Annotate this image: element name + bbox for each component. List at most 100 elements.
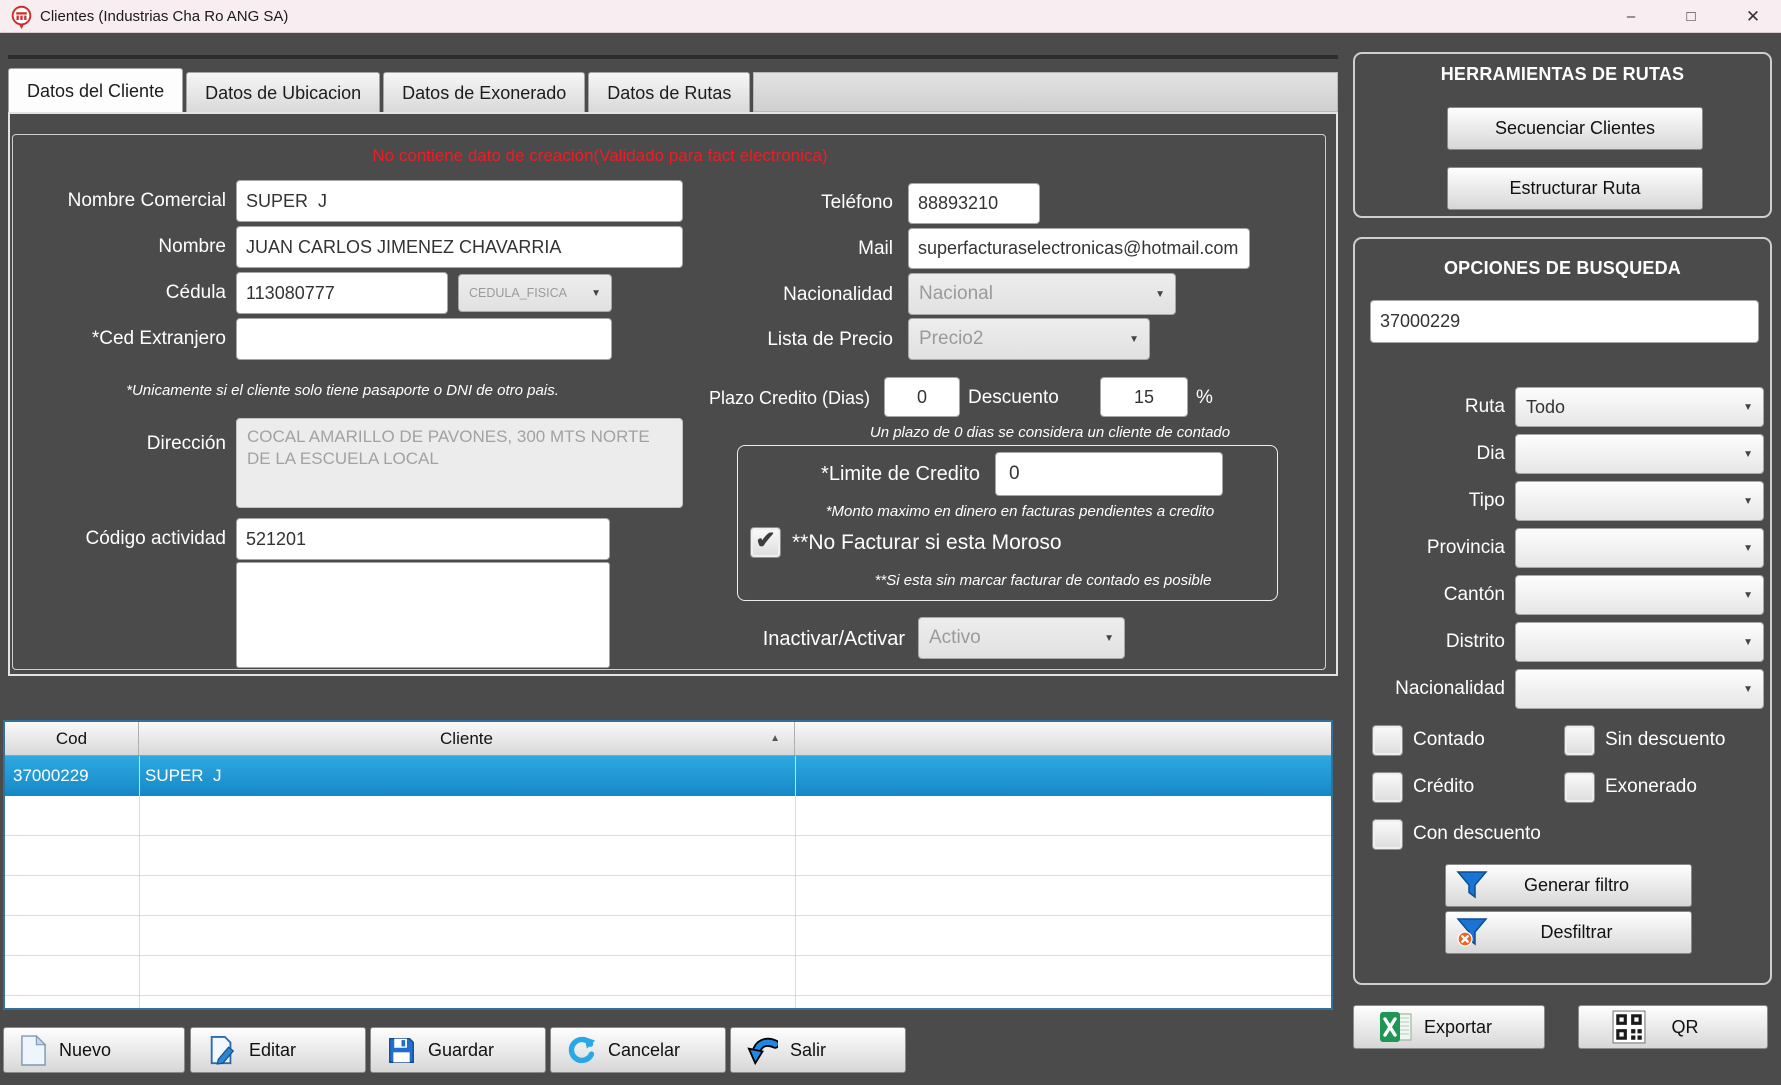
sort-asc-icon: ▲ <box>770 733 780 744</box>
exonerado-checkbox[interactable] <box>1564 772 1595 803</box>
percent-sign: % <box>1196 387 1213 408</box>
no-facturar-checkbox[interactable]: ✔ <box>750 527 781 558</box>
nacionalidad-dropdown[interactable]: Nacional ▼ <box>908 273 1176 315</box>
estructurar-ruta-button[interactable]: Estructurar Ruta <box>1447 167 1703 210</box>
canton-filter-dropdown[interactable]: ▼ <box>1515 575 1764 615</box>
estado-label: Inactivar/Activar <box>762 628 905 650</box>
no-facturar-label: **No Facturar si esta Moroso <box>792 531 1062 554</box>
window-title: Clientes (Industrias Cha Ro ANG SA) <box>40 8 289 25</box>
nombre-input[interactable]: JUAN CARLOS JIMENEZ CHAVARRIA <box>236 226 683 268</box>
credito-checkbox[interactable] <box>1372 772 1403 803</box>
save-floppy-icon <box>387 1036 416 1065</box>
cedula-label: Cédula <box>165 282 226 303</box>
secuenciar-clientes-button[interactable]: Secuenciar Clientes <box>1447 107 1703 150</box>
table-row[interactable] <box>5 956 1331 996</box>
nombre-label: Nombre <box>158 236 226 257</box>
cancelar-button[interactable]: Cancelar <box>550 1027 726 1073</box>
column-divider <box>795 756 796 1008</box>
rutas-panel: HERRAMIENTAS DE RUTAS Secuenciar Cliente… <box>1353 52 1772 218</box>
busqueda-panel-title: OPCIONES DE BUSQUEDA <box>1443 258 1682 278</box>
ruta-filter-dropdown[interactable]: Todo ▼ <box>1515 387 1764 427</box>
provincia-filter-label: Provincia <box>1426 537 1505 558</box>
exonerado-label: Exonerado <box>1605 776 1697 797</box>
mail-input[interactable]: superfacturaselectronicas@hotmail.com <box>908 228 1250 269</box>
desfiltrar-button[interactable]: Desfiltrar <box>1445 911 1692 954</box>
plazo-note: Un plazo de 0 dias se considera un clien… <box>869 424 1231 441</box>
codigo-actividad-label: Código actividad <box>85 528 226 549</box>
tab-strip: Datos del Cliente Datos de Ubicacion Dat… <box>8 68 1338 112</box>
tab-datos-de-exonerado[interactable]: Datos de Exonerado <box>383 72 586 112</box>
chevron-down-icon: ▼ <box>1743 636 1753 648</box>
qr-icon <box>1612 1010 1646 1044</box>
limite-credito-input[interactable]: 0 <box>995 452 1223 496</box>
codigo-actividad-input[interactable]: 521201 <box>236 518 610 560</box>
sin-descuento-label: Sin descuento <box>1605 729 1726 750</box>
tab-datos-de-rutas[interactable]: Datos de Rutas <box>588 72 751 112</box>
dia-filter-dropdown[interactable]: ▼ <box>1515 434 1764 474</box>
contado-checkbox[interactable] <box>1372 725 1403 756</box>
lista-precio-label: Lista de Precio <box>767 329 893 350</box>
ced-extranjero-note: *Unicamente si el cliente solo tiene pas… <box>126 382 559 399</box>
descuento-input[interactable]: 15 <box>1100 377 1188 417</box>
chevron-down-icon: ▼ <box>1129 333 1139 345</box>
title-bar: Clientes (Industrias Cha Ro ANG SA) – □ … <box>0 0 1781 33</box>
exportar-button[interactable]: Exportar <box>1353 1005 1545 1049</box>
cedula-tipo-dropdown[interactable]: CEDULA_FISICA ▼ <box>458 274 612 312</box>
ced-extranjero-input[interactable] <box>236 318 612 360</box>
tipo-filter-label: Tipo <box>1468 490 1505 511</box>
validation-warning: No contiene dato de creación(Validado pa… <box>372 146 828 165</box>
ruta-filter-label: Ruta <box>1464 396 1505 417</box>
chevron-down-icon: ▼ <box>1743 495 1753 507</box>
nombre-comercial-input[interactable]: SUPER J <box>236 180 683 222</box>
qr-button[interactable]: QR <box>1578 1005 1768 1049</box>
cedula-input[interactable]: 113080777 <box>236 272 448 314</box>
canton-filter-label: Cantón <box>1443 584 1505 605</box>
nacionalidad-filter-dropdown[interactable]: ▼ <box>1515 669 1764 709</box>
limite-credito-label: *Limite de Credito <box>821 463 980 485</box>
limite-credito-note: *Monto maximo en dinero en facturas pend… <box>825 503 1215 520</box>
minimize-button[interactable]: – <box>1605 0 1657 33</box>
telefono-input[interactable]: 88893210 <box>908 183 1040 224</box>
guardar-button[interactable]: Guardar <box>370 1027 546 1073</box>
con-descuento-checkbox[interactable] <box>1372 819 1403 850</box>
chevron-down-icon: ▼ <box>1743 401 1753 413</box>
cancel-refresh-icon <box>567 1036 596 1065</box>
tab-datos-del-cliente[interactable]: Datos del Cliente <box>8 68 184 112</box>
direccion-textarea[interactable]: COCAL AMARILLO DE PAVONES, 300 MTS NORTE… <box>236 418 683 508</box>
provincia-filter-dropdown[interactable]: ▼ <box>1515 528 1764 568</box>
tab-strip-filler <box>753 72 1338 112</box>
column-header-cod[interactable]: Cod <box>5 722 139 755</box>
table-row[interactable] <box>5 876 1331 916</box>
salir-button[interactable]: Salir <box>730 1027 906 1073</box>
codigo-actividad-list[interactable] <box>236 562 610 668</box>
chevron-down-icon: ▼ <box>591 287 601 299</box>
app-icon <box>10 5 33 30</box>
chevron-down-icon: ▼ <box>1743 683 1753 695</box>
column-header-cliente[interactable]: Cliente ▲ <box>139 722 795 755</box>
table-row[interactable] <box>5 836 1331 876</box>
mail-label: Mail <box>858 238 893 259</box>
table-row[interactable] <box>5 916 1331 956</box>
table-row-selected[interactable]: 37000229 SUPER J <box>5 756 1331 796</box>
editar-button[interactable]: Editar <box>190 1027 366 1073</box>
chevron-down-icon: ▼ <box>1104 632 1114 644</box>
tab-datos-de-ubicacion[interactable]: Datos de Ubicacion <box>186 72 381 112</box>
new-document-icon <box>20 1034 47 1066</box>
descuento-label: Descuento <box>968 387 1059 408</box>
plazo-credito-input[interactable]: 0 <box>884 377 960 417</box>
nombre-comercial-label: Nombre Comercial <box>67 190 226 211</box>
estado-dropdown[interactable]: Activo ▼ <box>918 617 1125 659</box>
table-row[interactable] <box>5 796 1331 836</box>
nuevo-button[interactable]: Nuevo <box>3 1027 185 1073</box>
lista-precio-dropdown[interactable]: Precio2 ▼ <box>908 318 1150 360</box>
maximize-button[interactable]: □ <box>1665 0 1717 33</box>
close-button[interactable]: ✕ <box>1727 0 1779 33</box>
tipo-filter-dropdown[interactable]: ▼ <box>1515 481 1764 521</box>
filter-remove-icon <box>1456 917 1488 947</box>
nacionalidad-label: Nacionalidad <box>783 284 893 305</box>
search-input[interactable]: 37000229 <box>1370 300 1759 343</box>
sin-descuento-checkbox[interactable] <box>1564 725 1595 756</box>
busqueda-panel: OPCIONES DE BUSQUEDA 37000229 Ruta Todo … <box>1353 237 1772 985</box>
distrito-filter-dropdown[interactable]: ▼ <box>1515 622 1764 662</box>
generar-filtro-button[interactable]: Generar filtro <box>1445 864 1692 907</box>
